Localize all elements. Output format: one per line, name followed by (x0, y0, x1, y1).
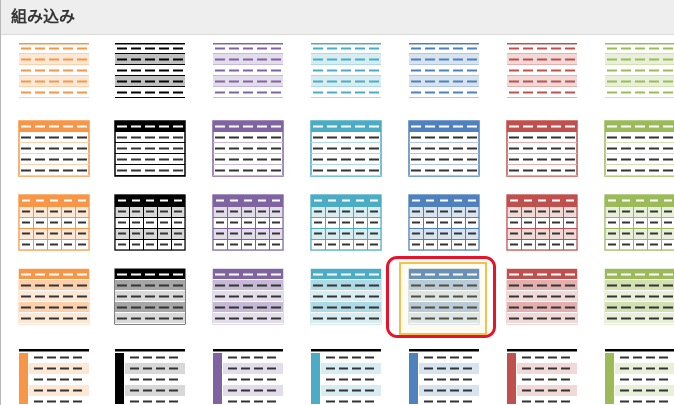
table-style-medium-header-4[interactable] (310, 120, 384, 182)
table-style-grid-3[interactable] (212, 194, 286, 256)
table-style-gallery-window: 組み込み (0, 0, 674, 405)
table-style-medium-header-2[interactable] (114, 120, 188, 182)
table-style-banded-5[interactable] (408, 268, 482, 330)
table-style-first-column-2[interactable] (114, 348, 188, 405)
table-style-light-lines-7[interactable] (604, 42, 674, 104)
gallery-section-header: 組み込み (1, 0, 674, 35)
table-style-grid-4[interactable] (310, 194, 384, 256)
table-style-light-lines-5[interactable] (408, 42, 482, 104)
table-style-first-column-4[interactable] (310, 348, 384, 405)
table-style-banded-1[interactable] (18, 268, 92, 330)
table-style-light-lines-2[interactable] (114, 42, 188, 104)
table-style-medium-header-6[interactable] (506, 120, 580, 182)
table-style-first-column-1[interactable] (18, 348, 92, 405)
table-style-light-lines-1[interactable] (18, 42, 92, 104)
table-style-medium-header-7[interactable] (604, 120, 674, 182)
section-title: 組み込み (11, 7, 76, 26)
table-style-banded-7[interactable] (604, 268, 674, 330)
table-style-first-column-3[interactable] (212, 348, 286, 405)
table-style-grid (0, 36, 674, 405)
table-style-banded-3[interactable] (212, 268, 286, 330)
table-style-medium-header-5[interactable] (408, 120, 482, 182)
table-style-light-lines-3[interactable] (212, 42, 286, 104)
table-style-grid-1[interactable] (18, 194, 92, 256)
table-style-first-column-7[interactable] (604, 348, 674, 405)
table-style-banded-4[interactable] (310, 268, 384, 330)
table-style-medium-header-1[interactable] (18, 120, 92, 182)
table-style-grid-6[interactable] (506, 194, 580, 256)
table-style-banded-2[interactable] (114, 268, 188, 330)
table-style-light-lines-6[interactable] (506, 42, 580, 104)
table-style-grid-7[interactable] (604, 194, 674, 256)
table-style-light-lines-4[interactable] (310, 42, 384, 104)
table-style-first-column-6[interactable] (506, 348, 580, 405)
table-style-first-column-5[interactable] (408, 348, 482, 405)
table-style-grid-5[interactable] (408, 194, 482, 256)
table-style-medium-header-3[interactable] (212, 120, 286, 182)
table-style-banded-6[interactable] (506, 268, 580, 330)
table-style-grid-2[interactable] (114, 194, 188, 256)
